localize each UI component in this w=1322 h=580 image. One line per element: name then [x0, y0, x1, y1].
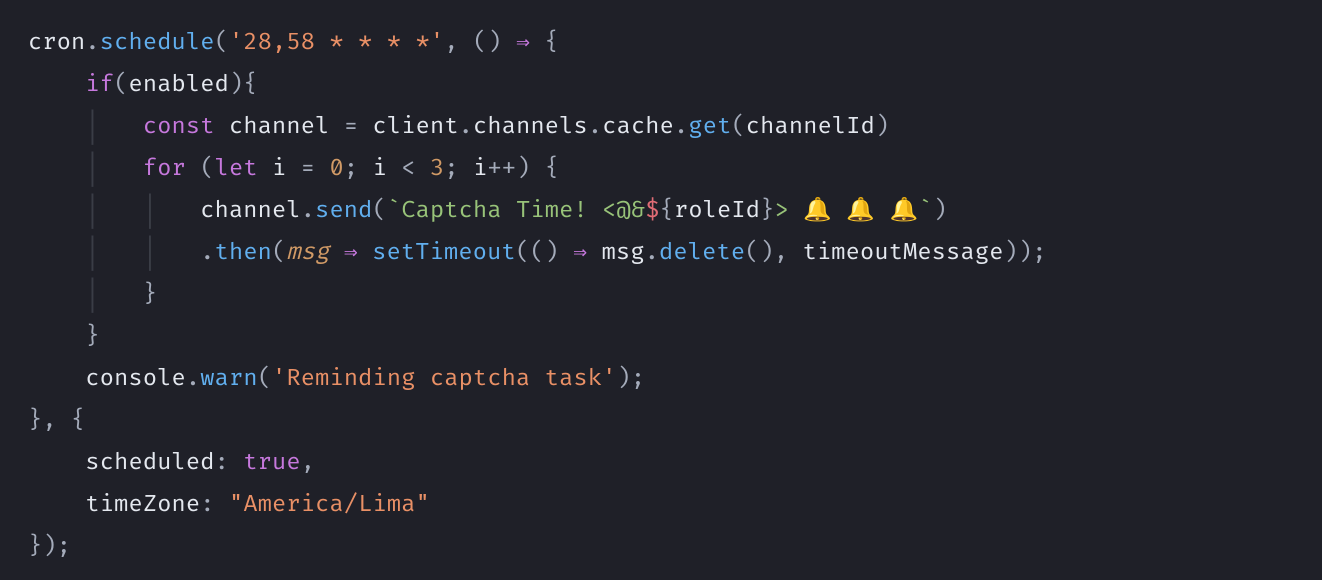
- paren: (: [373, 197, 387, 225]
- bell-icon: 🔔: [846, 197, 875, 225]
- arrow: ⇒: [516, 29, 530, 57]
- paren: ));: [1004, 239, 1047, 267]
- ident-enabled: enabled: [129, 71, 229, 99]
- semicolon: ;: [344, 155, 373, 183]
- kw-true: true: [243, 449, 300, 477]
- ident-then: then: [215, 239, 272, 267]
- ident-timeout-message: timeoutMessage: [803, 239, 1004, 267]
- ident-i: i: [373, 155, 387, 183]
- space: [587, 239, 601, 267]
- spacer: [875, 197, 889, 225]
- ident-get: get: [688, 113, 731, 141]
- arrow: ⇒: [573, 239, 587, 267]
- ident-i: i: [473, 155, 487, 183]
- ident-role-id: roleId: [674, 197, 760, 225]
- bell-icon: 🔔: [803, 197, 832, 225]
- semicolon: ;: [444, 155, 473, 183]
- prop-timezone: timeZone: [85, 491, 200, 519]
- lt: <: [401, 155, 415, 183]
- brace: {: [530, 29, 559, 57]
- brace: }: [85, 323, 99, 351]
- num-three: 3: [430, 155, 444, 183]
- paren: (: [731, 113, 745, 141]
- code-block[interactable]: cron.schedule('28,58 * * * *', () ⇒ { if…: [0, 0, 1322, 568]
- indent-guide: [28, 323, 85, 351]
- string-timezone: "America/Lima": [229, 491, 430, 519]
- brace: }: [760, 197, 774, 225]
- equals: =: [301, 155, 315, 183]
- template-backtick: `: [387, 197, 401, 225]
- comma: , (): [444, 29, 516, 57]
- dot: .: [85, 29, 99, 57]
- paren: ){: [229, 71, 258, 99]
- comma: ,: [301, 449, 315, 477]
- bell-icon: 🔔: [890, 197, 919, 225]
- dot: .: [588, 113, 602, 141]
- brace: }, {: [28, 407, 85, 435]
- dot: .: [674, 113, 688, 141]
- indent-guide: │ │: [28, 239, 200, 267]
- colon: :: [200, 491, 229, 519]
- inc: ++) {: [487, 155, 559, 183]
- paren: (: [272, 239, 286, 267]
- template-interp-open: $: [645, 197, 659, 225]
- paren: (: [200, 155, 214, 183]
- ident-channel: channel: [200, 197, 300, 225]
- ident-console: console: [85, 365, 185, 393]
- ident-settimeout: setTimeout: [372, 239, 516, 267]
- paren: (: [215, 29, 229, 57]
- string-cron-expr: '28,58 * * * *': [229, 29, 444, 57]
- template-text: Captcha Time! <@&: [401, 197, 645, 225]
- dot: .: [645, 239, 659, 267]
- brace: {: [660, 197, 674, 225]
- kw-if: if: [85, 71, 114, 99]
- paren: (: [114, 71, 128, 99]
- string-warn-msg: 'Reminding captcha task': [272, 365, 617, 393]
- indent-guide: [28, 491, 85, 519]
- ident-i: i: [272, 155, 286, 183]
- ident-cron: cron: [28, 29, 85, 57]
- dot: .: [200, 239, 214, 267]
- paren: );: [617, 365, 646, 393]
- paren: ): [933, 197, 947, 225]
- paren: ((): [516, 239, 573, 267]
- num-zero: 0: [329, 155, 343, 183]
- ident-channel-id: channelId: [746, 113, 875, 141]
- ident-cache: cache: [602, 113, 674, 141]
- ident-channel: channel: [229, 113, 329, 141]
- spacer: [832, 197, 846, 225]
- paren: (: [258, 365, 272, 393]
- ident-send: send: [315, 197, 372, 225]
- indent-guide: [28, 449, 85, 477]
- indent-guide: │: [28, 281, 143, 309]
- ident-warn: warn: [200, 365, 257, 393]
- dot: .: [186, 365, 200, 393]
- brace: });: [28, 533, 71, 561]
- paren: (),: [745, 239, 802, 267]
- template-backtick: `: [918, 197, 932, 225]
- param-msg: msg: [286, 239, 329, 267]
- kw-for: for: [143, 155, 186, 183]
- indent-guide: │ │: [28, 197, 200, 225]
- ident-schedule: schedule: [100, 29, 215, 57]
- indent-guide: [28, 71, 85, 99]
- kw-const: const: [143, 113, 215, 141]
- indent-guide: [28, 365, 85, 393]
- template-tail: >: [774, 197, 803, 225]
- dot: .: [459, 113, 473, 141]
- indent-guide: │: [28, 113, 143, 141]
- equals: =: [344, 113, 358, 141]
- colon: :: [215, 449, 244, 477]
- dot: .: [301, 197, 315, 225]
- paren: ): [875, 113, 889, 141]
- ident-client: client: [373, 113, 459, 141]
- brace: }: [143, 281, 157, 309]
- prop-scheduled: scheduled: [85, 449, 214, 477]
- arrow: ⇒: [344, 239, 358, 267]
- ident-msg: msg: [602, 239, 645, 267]
- ident-delete: delete: [659, 239, 745, 267]
- indent-guide: │: [28, 155, 143, 183]
- kw-let: let: [215, 155, 258, 183]
- ident-channels: channels: [473, 113, 588, 141]
